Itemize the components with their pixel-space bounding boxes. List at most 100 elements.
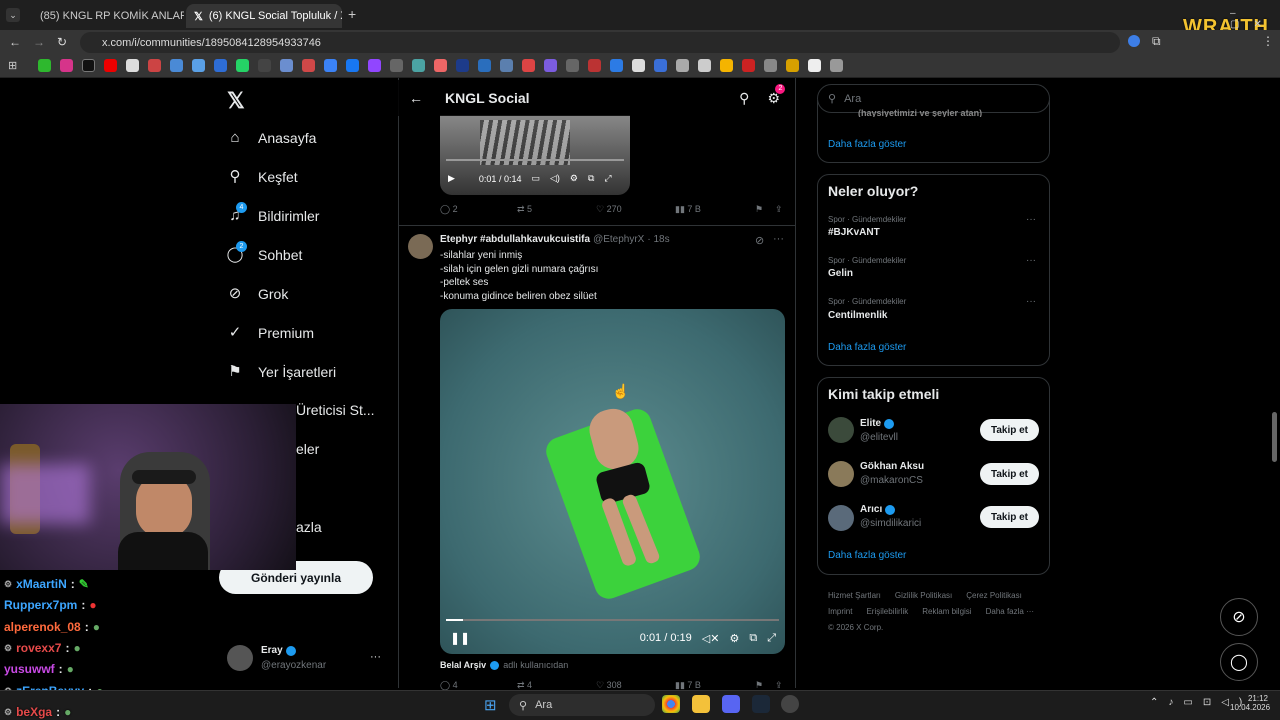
footer-link[interactable]: Çerez Politikası xyxy=(966,588,1022,604)
grok-fab-button[interactable]: ⊘ xyxy=(1220,598,1258,636)
taskbar-clock[interactable]: 21:12 10.04.2026 xyxy=(1230,694,1270,712)
bookmark-icon[interactable] xyxy=(566,59,579,72)
video-player[interactable]: ❚❚ 0:01 / 0:19 ◁✕ ⚙ ⧉ ⤢ ☝ xyxy=(440,309,785,654)
nav-more-partial[interactable]: azla xyxy=(296,519,322,535)
reload-icon[interactable]: ↻ xyxy=(57,35,67,49)
nav-home[interactable]: ⌂ Anasayfa xyxy=(226,123,316,153)
bookmark-icon[interactable] xyxy=(808,59,821,72)
like-button[interactable]: ♡ 270 xyxy=(596,204,675,215)
settings-icon[interactable]: ⚙ xyxy=(729,632,739,645)
trend-name[interactable]: Centilmenlik xyxy=(828,310,887,321)
avatar[interactable] xyxy=(408,234,433,259)
steam-icon[interactable] xyxy=(752,695,770,713)
play-icon[interactable]: ▶ xyxy=(448,173,455,184)
bookmark-icon[interactable] xyxy=(654,59,667,72)
bookmark-icon[interactable] xyxy=(390,59,403,72)
extension-icon[interactable] xyxy=(1128,35,1140,47)
settings-icon[interactable]: ⚙ xyxy=(570,173,578,184)
grok-explain-icon[interactable]: ⊘ xyxy=(755,234,764,247)
bookmark-icon[interactable] xyxy=(478,59,491,72)
bookmark-icon[interactable] xyxy=(698,59,711,72)
account-menu-button[interactable]: ··· xyxy=(370,651,381,663)
new-tab-button[interactable]: + xyxy=(348,6,356,22)
tweet-time[interactable]: · 18s xyxy=(647,234,669,245)
bookmark-icon[interactable] xyxy=(170,59,183,72)
footer-link[interactable]: Erişilebilirlik xyxy=(866,604,908,620)
footer-link[interactable]: Reklam bilgisi xyxy=(922,604,971,620)
avatar[interactable] xyxy=(828,417,854,443)
mute-icon[interactable]: ◁✕ xyxy=(702,632,720,645)
nav-bookmarks[interactable]: ⚑ Yer İşaretleri xyxy=(226,357,336,387)
bookmark-icon[interactable] xyxy=(346,59,359,72)
video-progress-bar[interactable] xyxy=(446,159,624,161)
tweet-more-icon[interactable]: ··· xyxy=(773,233,784,245)
x-logo-icon[interactable]: 𝕏 xyxy=(227,88,245,114)
bookmark-icon[interactable] xyxy=(214,59,227,72)
avatar[interactable] xyxy=(828,505,854,531)
bookmark-icon[interactable] xyxy=(126,59,139,72)
bookmark-icon[interactable] xyxy=(632,59,645,72)
trend-more-icon[interactable]: ··· xyxy=(1026,296,1036,307)
bookmark-icon[interactable] xyxy=(412,59,425,72)
nav-creator-studio-partial[interactable]: Üreticisi St... xyxy=(296,402,375,418)
avatar[interactable] xyxy=(227,645,253,671)
nav-premium[interactable]: ✓ Premium xyxy=(226,318,314,348)
follow-button[interactable]: Takip et xyxy=(980,463,1039,485)
search-icon[interactable]: ⚲ xyxy=(739,90,749,107)
tab-search-button[interactable]: ⌄ xyxy=(6,8,20,22)
apps-grid-icon[interactable]: ⊞ xyxy=(8,59,17,72)
nav-grok[interactable]: ⊘ Grok xyxy=(226,279,289,309)
window-controls[interactable]: –▢✕ xyxy=(1230,8,1280,30)
tweet-handle[interactable]: @EtephyrX xyxy=(593,234,644,245)
forward-icon[interactable]: → xyxy=(33,35,45,49)
bookmark-icon[interactable] xyxy=(544,59,557,72)
app-icon[interactable] xyxy=(781,695,799,713)
show-more-link[interactable]: Daha fazla göster xyxy=(828,550,906,561)
bookmark-icon[interactable] xyxy=(610,59,623,72)
follow-button[interactable]: Takip et xyxy=(980,419,1039,441)
views-button[interactable]: ▮▮ 7 B xyxy=(675,204,755,215)
bookmark-icon[interactable] xyxy=(192,59,205,72)
volume-icon[interactable]: ◁) xyxy=(550,173,560,184)
bookmark-icon[interactable] xyxy=(104,59,117,72)
windows-start-icon[interactable]: ⊞ xyxy=(484,696,497,714)
footer-link[interactable]: Daha fazla ··· xyxy=(986,604,1034,620)
trend-name[interactable]: Gelin xyxy=(828,268,853,279)
footer-link[interactable]: Imprint xyxy=(828,604,852,620)
discord-icon[interactable] xyxy=(722,695,740,713)
bookmark-icon[interactable] xyxy=(302,59,315,72)
bookmark-icon[interactable] xyxy=(434,59,447,72)
show-more-link[interactable]: Daha fazla göster xyxy=(828,139,906,150)
avatar[interactable] xyxy=(828,461,854,487)
bookmark-icon[interactable] xyxy=(786,59,799,72)
tab-youtube[interactable]: (85) KNGL RP KOMİK ANLAR 4. ✕ xyxy=(26,4,184,28)
back-icon[interactable]: ← xyxy=(9,35,21,49)
nav-partial-item[interactable]: eler xyxy=(296,441,319,457)
bookmark-tweet-icon[interactable]: ⚑ xyxy=(755,204,775,215)
nav-chat[interactable]: ◯ 2 Sohbet xyxy=(226,240,302,270)
follow-name[interactable]: Elite xyxy=(860,418,895,429)
bookmark-icon[interactable] xyxy=(456,59,469,72)
video-player[interactable]: ▶ 0:01 / 0:14 ▭ ◁) ⚙ ⧉ ⤢ xyxy=(440,115,630,195)
fullscreen-icon[interactable]: ⤢ xyxy=(604,173,611,184)
chrome-icon[interactable] xyxy=(662,695,680,713)
trend-name[interactable]: #BJKvANT xyxy=(828,227,880,238)
trend-more-icon[interactable]: ··· xyxy=(1026,214,1036,225)
show-more-link[interactable]: Daha fazla göster xyxy=(828,342,906,353)
scrollbar[interactable] xyxy=(1272,412,1277,462)
bookmark-icon[interactable] xyxy=(60,59,73,72)
tab-x-community[interactable]: 𝕏 (6) KNGL Social Topluluk / X ✕ xyxy=(186,4,342,28)
back-arrow-icon[interactable]: ← xyxy=(409,90,423,106)
follow-name[interactable]: Arıcı xyxy=(860,504,896,515)
bookmark-icon[interactable] xyxy=(676,59,689,72)
reply-button[interactable]: ◯ 2 xyxy=(440,204,517,215)
retweet-button[interactable]: ⇄ 5 xyxy=(517,204,596,215)
bookmark-icon[interactable] xyxy=(522,59,535,72)
pip-icon[interactable]: ⧉ xyxy=(749,632,757,645)
share-icon[interactable]: ⇪ xyxy=(775,204,783,215)
video-progress-track[interactable] xyxy=(446,619,779,621)
tweet-author[interactable]: Etephyr #abdullahkavukcuistifa xyxy=(440,234,590,245)
bookmark-icon[interactable] xyxy=(830,59,843,72)
bookmark-icon[interactable] xyxy=(82,59,95,72)
follow-name[interactable]: Gökhan Aksu xyxy=(860,461,924,472)
